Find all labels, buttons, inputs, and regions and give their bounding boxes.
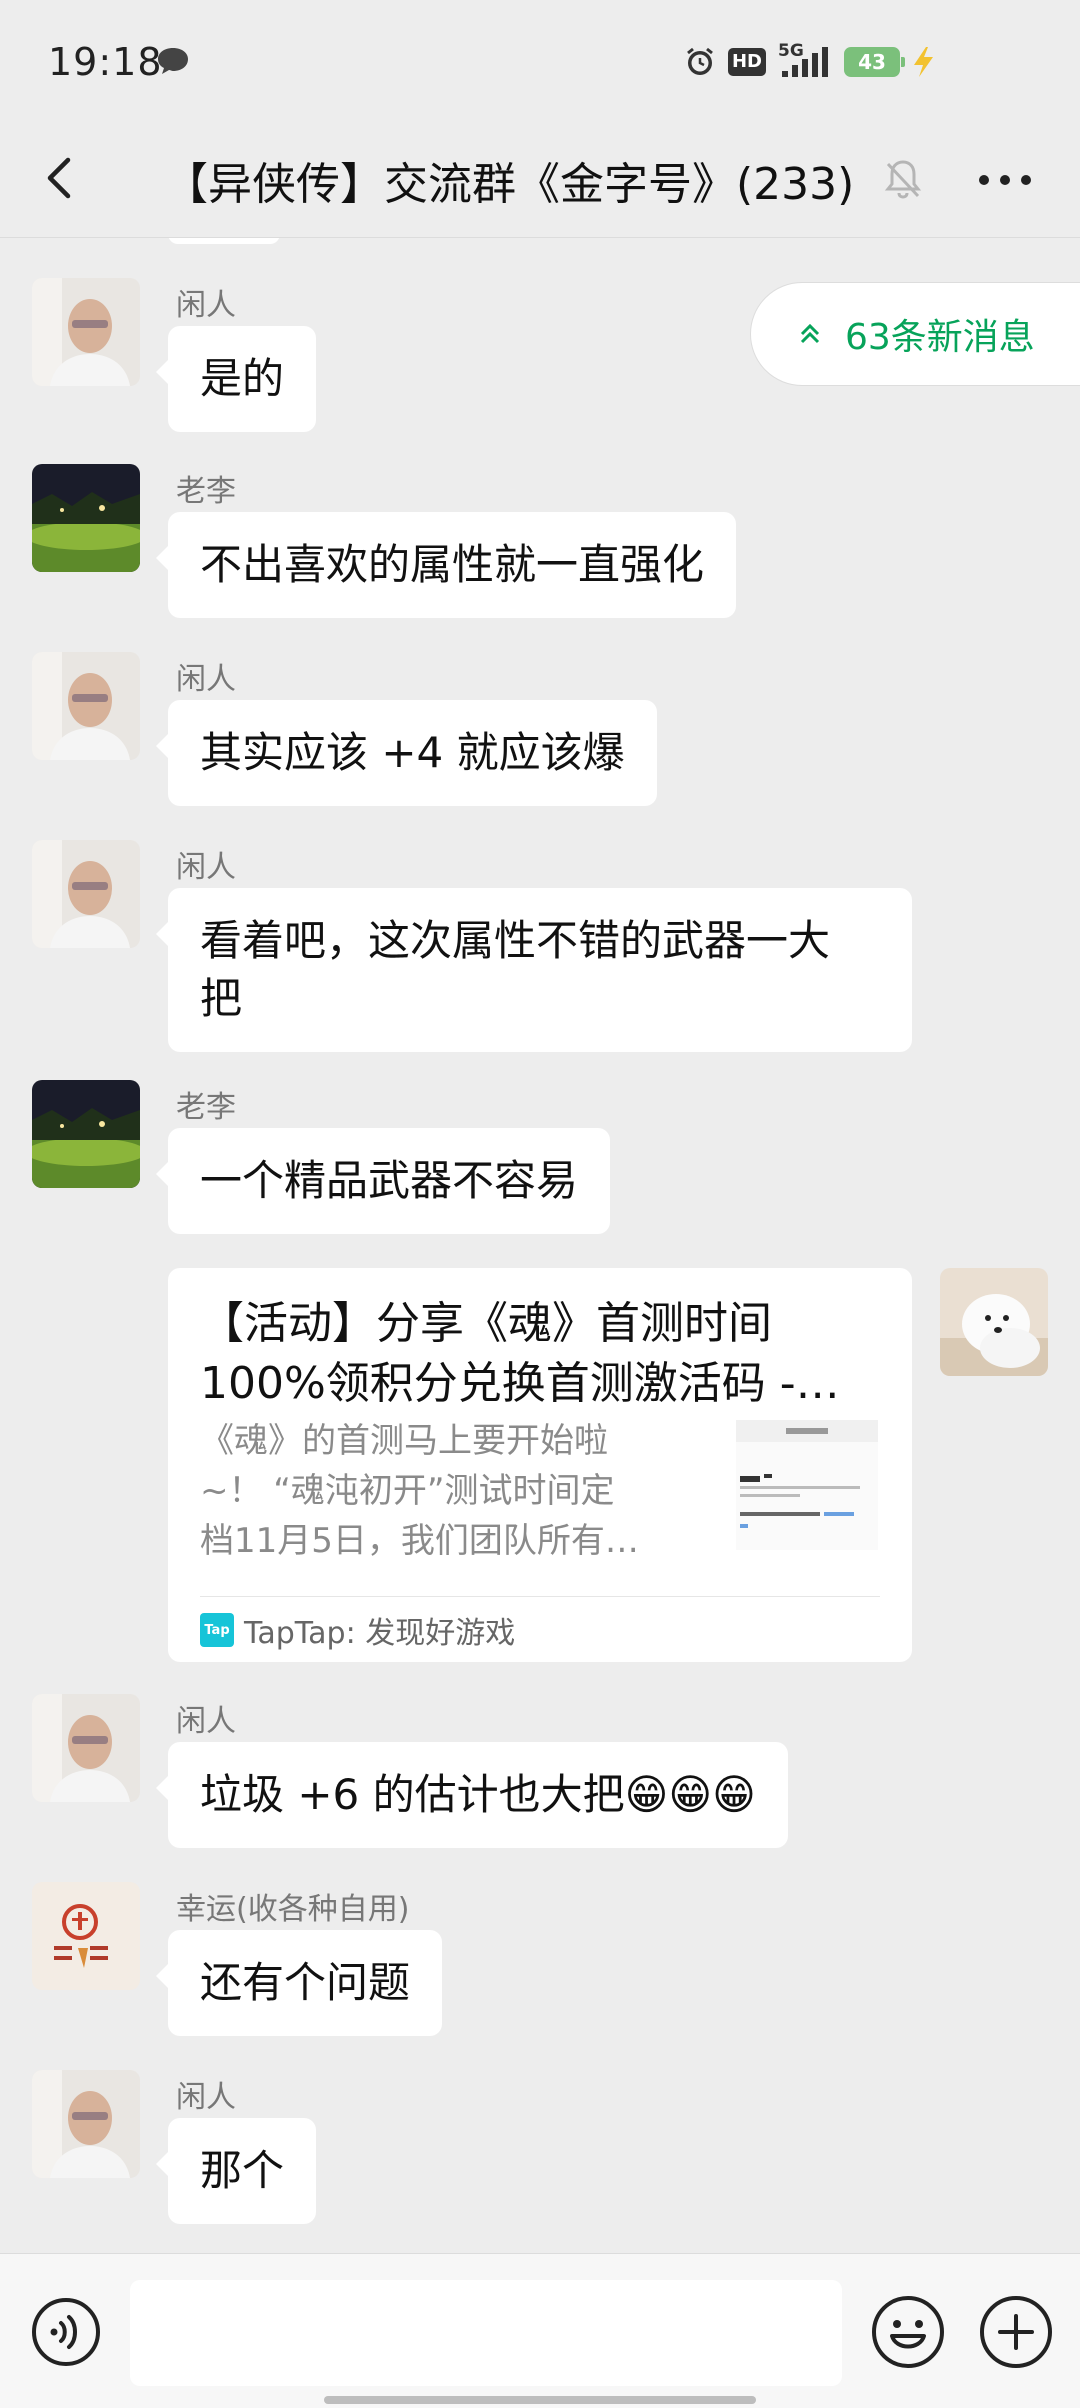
card-desc-line: 《魂》的首测马上要开始啦 (200, 1421, 608, 1461)
alarm-icon (687, 47, 713, 75)
card-divider (200, 1596, 880, 1597)
chat-message-list[interactable]: 闲人 是的 老李 不出喜欢的属性就一直强化 闲人 其实应该 +4 就应该爆 闲人… (0, 238, 1080, 2253)
card-title: 【活动】分享《魂》首测时间 100%领积分兑换首测激活码 -… (200, 1294, 880, 1414)
message-text: 那个 (200, 2146, 285, 2195)
message-bubble[interactable]: 不出喜欢的属性就一直强化 (155, 512, 737, 618)
sender-name: 闲人 (176, 288, 236, 323)
message-bubble[interactable]: 是的 (155, 326, 317, 432)
message-input[interactable] (130, 2280, 842, 2386)
card-desc-line: ~！ “魂沌初开”测试时间定 (200, 1471, 615, 1511)
voice-icon[interactable] (30, 2296, 102, 2368)
message-bubble[interactable]: 看着吧，这次属性不错的武器一大 把 (156, 888, 912, 1052)
message-bubble[interactable]: 垃圾 +6 的估计也大把😁😁😁 (156, 1742, 788, 1848)
new-messages-label: 63条新消息 (845, 317, 1035, 358)
sender-name: 闲人 (176, 2080, 236, 2115)
self-avatar[interactable] (940, 1268, 1048, 1376)
card-desc-line: 档11月5日，我们团队所有… (200, 1521, 639, 1561)
avatar[interactable] (32, 1694, 140, 1802)
taptap-logo-icon: Tap (200, 1613, 234, 1647)
plus-icon[interactable] (978, 2294, 1054, 2370)
sender-name: 老李 (176, 474, 236, 509)
new-messages-button[interactable]: 63条新消息 (750, 282, 1080, 386)
chevron-left-icon[interactable] (30, 148, 90, 208)
chat-header: 【异侠传】交流群《金字号》(233) (0, 120, 1080, 238)
emoji-icon[interactable] (870, 2294, 946, 2370)
status-icons: HD 5G 43 (684, 41, 938, 80)
card-thumbnail (736, 1420, 878, 1550)
status-bar: 19:18 HD 5G 43 (0, 0, 1080, 120)
sender-name: 幸运(收各种自用) (176, 1892, 410, 1927)
message-text-line: 看着吧，这次属性不错的武器一大 (200, 916, 831, 965)
home-indicator[interactable] (324, 2396, 756, 2404)
message-text-line: 把 (200, 974, 243, 1023)
avatar[interactable] (32, 840, 140, 948)
battery-level: 43 (858, 50, 886, 74)
signal-icon: 5G (778, 41, 832, 79)
message-notification-icon (158, 48, 188, 74)
link-card[interactable]: 【活动】分享《魂》首测时间 100%领积分兑换首测激活码 -… 《魂》的首测马上… (168, 1268, 912, 1662)
message-text: 其实应该 +4 就应该爆 (200, 728, 625, 777)
charging-icon (914, 47, 933, 77)
card-title-line: 100%领积分兑换首测激活码 -… (200, 1358, 840, 1409)
sender-name: 闲人 (176, 850, 236, 885)
sender-name: 老李 (176, 1090, 236, 1125)
avatar[interactable] (32, 1882, 140, 1990)
message-text: 是的 (200, 354, 285, 403)
card-description: 《魂》的首测马上要开始啦 ~！ “魂沌初开”测试时间定 档11月5日，我们团队所… (200, 1416, 700, 1566)
bell-off-icon (884, 160, 922, 199)
message-text: 还有个问题 (200, 1958, 411, 2007)
message-bubble[interactable]: 一个精品武器不容易 (155, 1128, 611, 1234)
message-text: 垃圾 +6 的估计也大把😁😁😁 (200, 1770, 756, 1819)
avatar[interactable] (32, 2070, 140, 2178)
message-bubble[interactable]: 那个 (155, 2118, 317, 2224)
card-source: Tap TapTap: 发现好游戏 (200, 1608, 515, 1652)
sender-name: 闲人 (176, 1704, 236, 1739)
more-dots-icon[interactable] (970, 150, 1040, 210)
double-chevron-up-icon (800, 323, 820, 344)
battery-icon: 43 (844, 47, 905, 77)
avatar[interactable] (32, 278, 140, 386)
card-source-label: TapTap: 发现好游戏 (244, 1616, 516, 1651)
message-bubble[interactable]: 其实应该 +4 就应该爆 (156, 700, 657, 806)
hd-badge: HD (727, 48, 766, 76)
status-time: 19:18 (48, 40, 163, 84)
message-bubble[interactable]: 还有个问题 (155, 1930, 443, 2036)
avatar[interactable] (32, 464, 140, 572)
sender-name: 闲人 (176, 662, 236, 697)
message-text: 不出喜欢的属性就一直强化 (200, 540, 705, 589)
partial-message-bubble (168, 238, 280, 244)
message-text: 一个精品武器不容易 (200, 1156, 579, 1205)
avatar[interactable] (32, 652, 140, 760)
card-title-line: 【活动】分享《魂》首测时间 (200, 1298, 772, 1349)
avatar[interactable] (32, 1080, 140, 1188)
chat-title[interactable]: 【异侠传】交流群《金字号》(233) (164, 148, 854, 212)
input-bar (0, 2253, 1080, 2408)
